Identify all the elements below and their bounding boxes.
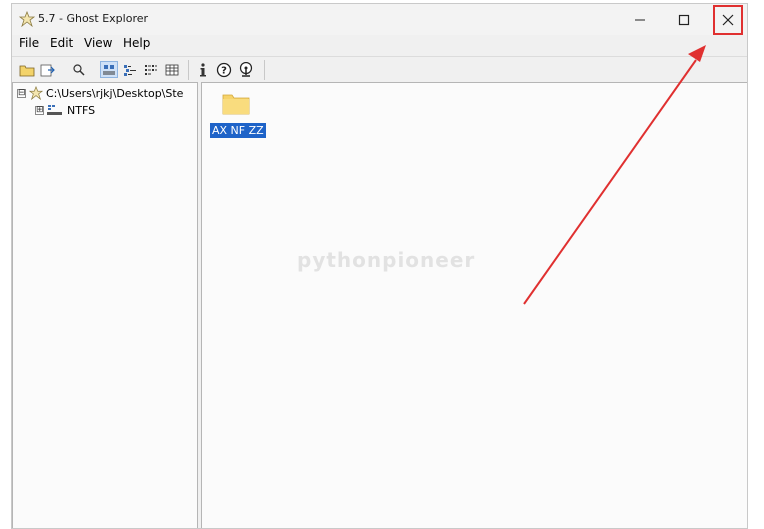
tree-pane[interactable]: ⊟ C:\Users\rjkj\Desktop\Ste ⊞ NTFS bbox=[12, 82, 198, 528]
menu-file[interactable]: File bbox=[19, 36, 39, 50]
menu-edit[interactable]: Edit bbox=[50, 36, 73, 50]
open-folder-icon[interactable] bbox=[18, 61, 36, 78]
tree-item-label: C:\Users\rjkj\Desktop\Ste bbox=[46, 86, 184, 100]
toolbar: ? bbox=[12, 56, 747, 82]
large-icons-view-icon[interactable] bbox=[100, 61, 118, 78]
file-list-pane[interactable]: AX NF ZZ pythonpioneer bbox=[201, 82, 747, 528]
details-view-icon[interactable] bbox=[163, 61, 181, 78]
partition-icon bbox=[47, 104, 63, 116]
tree-item-root[interactable]: ⊟ C:\Users\rjkj\Desktop\Ste bbox=[17, 85, 183, 101]
svg-text:?: ? bbox=[221, 65, 227, 76]
file-item-label: AX NF ZZ bbox=[210, 123, 266, 138]
export-icon[interactable] bbox=[39, 61, 57, 78]
window-title: 5.7 - Ghost Explorer bbox=[38, 12, 149, 25]
close-icon bbox=[722, 14, 734, 26]
minimize-icon bbox=[635, 19, 645, 20]
maximize-button[interactable] bbox=[662, 4, 706, 35]
ghost-image-icon bbox=[29, 86, 43, 100]
menu-bar: File Edit View Help bbox=[12, 35, 747, 54]
toolbar-separator bbox=[264, 60, 265, 80]
menu-view[interactable]: View bbox=[84, 36, 112, 50]
close-button[interactable] bbox=[713, 5, 743, 35]
ghost-app-icon bbox=[18, 10, 36, 28]
folder-icon bbox=[222, 91, 266, 119]
title-bar: 5.7 - Ghost Explorer bbox=[12, 4, 747, 35]
expand-icon[interactable]: ⊞ bbox=[35, 105, 44, 115]
small-icons-view-icon[interactable] bbox=[121, 61, 139, 78]
watermark-text: pythonpioneer bbox=[297, 248, 476, 272]
network-icon[interactable] bbox=[237, 61, 255, 78]
search-icon[interactable] bbox=[70, 61, 88, 78]
toolbar-separator bbox=[188, 60, 189, 80]
help-icon[interactable]: ? bbox=[215, 61, 233, 78]
tree-item-ntfs[interactable]: ⊞ NTFS bbox=[35, 102, 95, 118]
minimize-button[interactable] bbox=[618, 4, 662, 35]
collapse-icon[interactable]: ⊟ bbox=[17, 88, 26, 98]
list-view-icon[interactable] bbox=[142, 61, 160, 78]
tree-item-label: NTFS bbox=[67, 103, 96, 117]
info-icon[interactable] bbox=[194, 61, 212, 78]
menu-help[interactable]: Help bbox=[123, 36, 150, 50]
maximize-icon bbox=[678, 14, 690, 25]
app-window: 5.7 - Ghost Explorer File Edit View Help bbox=[11, 3, 748, 529]
file-item[interactable]: AX NF ZZ bbox=[210, 91, 266, 138]
